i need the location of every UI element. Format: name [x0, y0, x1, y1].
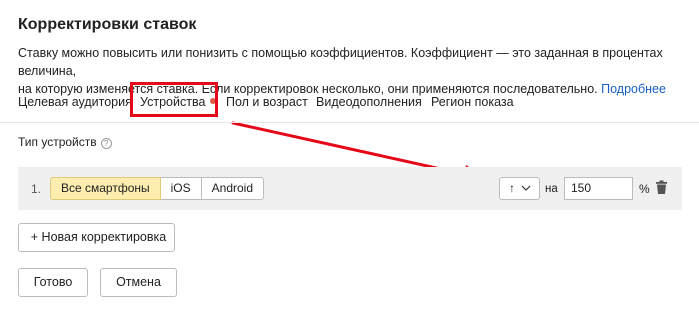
- preposition-label: на: [545, 183, 558, 195]
- segment-android[interactable]: Android: [201, 177, 265, 200]
- annotation-highlight-box: [130, 82, 218, 117]
- chevron-down-icon: [521, 185, 531, 191]
- device-segmented-control: Все смартфоны iOS Android: [50, 177, 265, 200]
- row-number: 1.: [31, 182, 42, 196]
- adjustment-row: 1. Все смартфоны iOS Android ↑ на 150 %: [18, 167, 682, 210]
- page-title: Корректировки ставок: [18, 16, 197, 33]
- divider: [0, 122, 699, 123]
- segment-ios[interactable]: iOS: [160, 177, 202, 200]
- direction-select[interactable]: ↑: [499, 177, 540, 200]
- description-line-2-text: на которую изменяется ставка. Если корре…: [18, 82, 598, 96]
- trash-icon[interactable]: [656, 180, 667, 194]
- description: Ставку можно повысить или понизить с пом…: [18, 44, 686, 98]
- description-line-1: Ставку можно повысить или понизить с пом…: [18, 46, 663, 78]
- tab-region[interactable]: Регион показа: [431, 95, 514, 109]
- up-arrow-icon: ↑: [509, 181, 515, 195]
- device-type-label-text: Тип устройств: [18, 135, 97, 149]
- percent-label: %: [639, 182, 650, 196]
- more-link[interactable]: Подробнее: [601, 82, 666, 96]
- device-type-label: Тип устройств?: [18, 135, 112, 149]
- done-button[interactable]: Готово: [18, 268, 88, 297]
- add-adjustment-button[interactable]: + Новая корректировка: [18, 223, 175, 252]
- tab-gender-age[interactable]: Пол и возраст: [226, 95, 308, 109]
- coefficient-input[interactable]: 150: [564, 177, 633, 200]
- tab-target-audience[interactable]: Целевая аудитория: [18, 95, 132, 109]
- bid-adjustments-panel: Корректировки ставок Ставку можно повыси…: [0, 0, 699, 316]
- segment-all-smartphones[interactable]: Все смартфоны: [50, 177, 161, 200]
- cancel-button[interactable]: Отмена: [100, 268, 177, 297]
- help-icon[interactable]: ?: [100, 138, 112, 149]
- tab-video-extensions[interactable]: Видеодополнения: [316, 95, 422, 109]
